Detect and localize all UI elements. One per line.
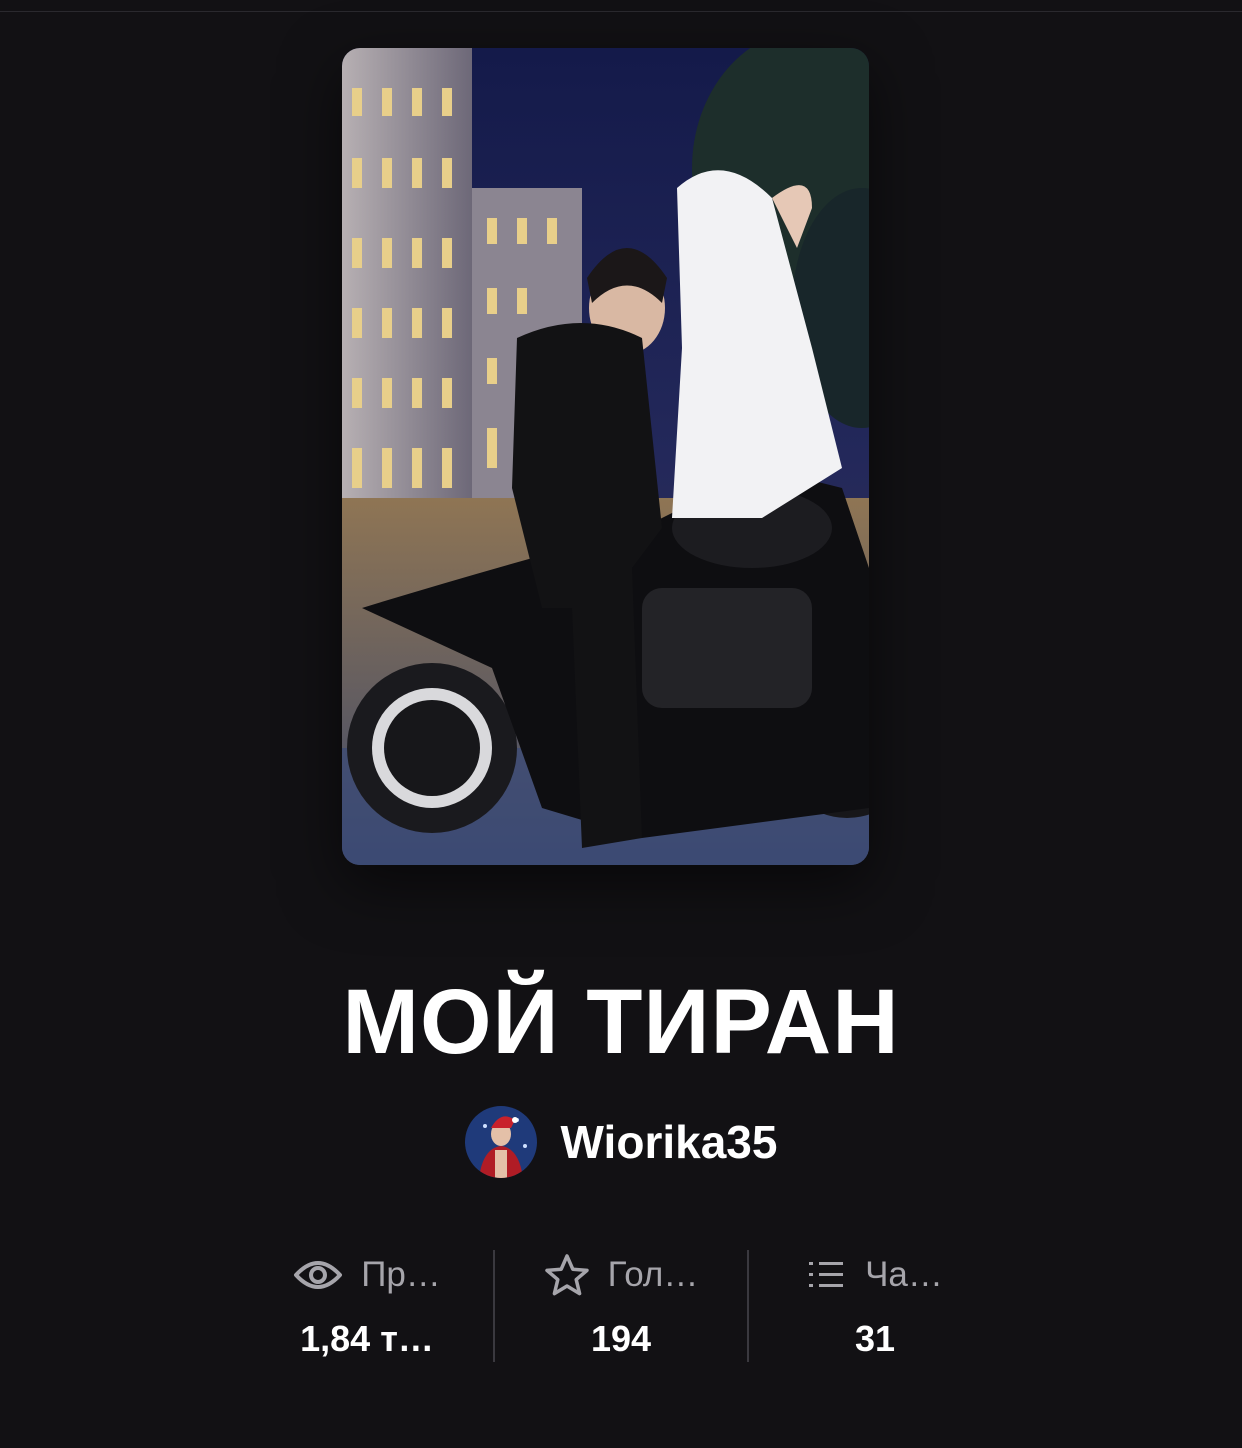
stat-reads[interactable]: Пр… 1,84 т… xyxy=(240,1250,494,1362)
story-title: МОЙ ТИРАН xyxy=(342,971,900,1073)
stat-reads-label: Пр… xyxy=(361,1255,441,1294)
star-icon xyxy=(544,1254,589,1296)
stat-parts[interactable]: Ча… 31 xyxy=(748,1250,1002,1362)
stat-votes[interactable]: Гол… 194 xyxy=(494,1250,748,1362)
stat-votes-label: Гол… xyxy=(607,1255,699,1294)
eye-icon xyxy=(294,1261,343,1289)
stat-reads-value: 1,84 т… xyxy=(300,1318,434,1359)
cover-image xyxy=(342,48,869,865)
author-link[interactable]: Wiorika35 xyxy=(0,1106,1242,1178)
author-avatar xyxy=(464,1106,537,1178)
stat-parts-value: 31 xyxy=(854,1318,896,1359)
story-stats: Пр… 1,84 т… Гол… 194 Ча… 31 xyxy=(240,1250,1002,1362)
stat-parts-label: Ча… xyxy=(865,1255,943,1294)
stat-votes-value: 194 xyxy=(590,1318,652,1359)
author-name: Wiorika35 xyxy=(560,1116,778,1168)
story-cover[interactable] xyxy=(342,48,869,865)
top-divider xyxy=(0,0,1242,12)
list-icon xyxy=(809,1262,844,1287)
